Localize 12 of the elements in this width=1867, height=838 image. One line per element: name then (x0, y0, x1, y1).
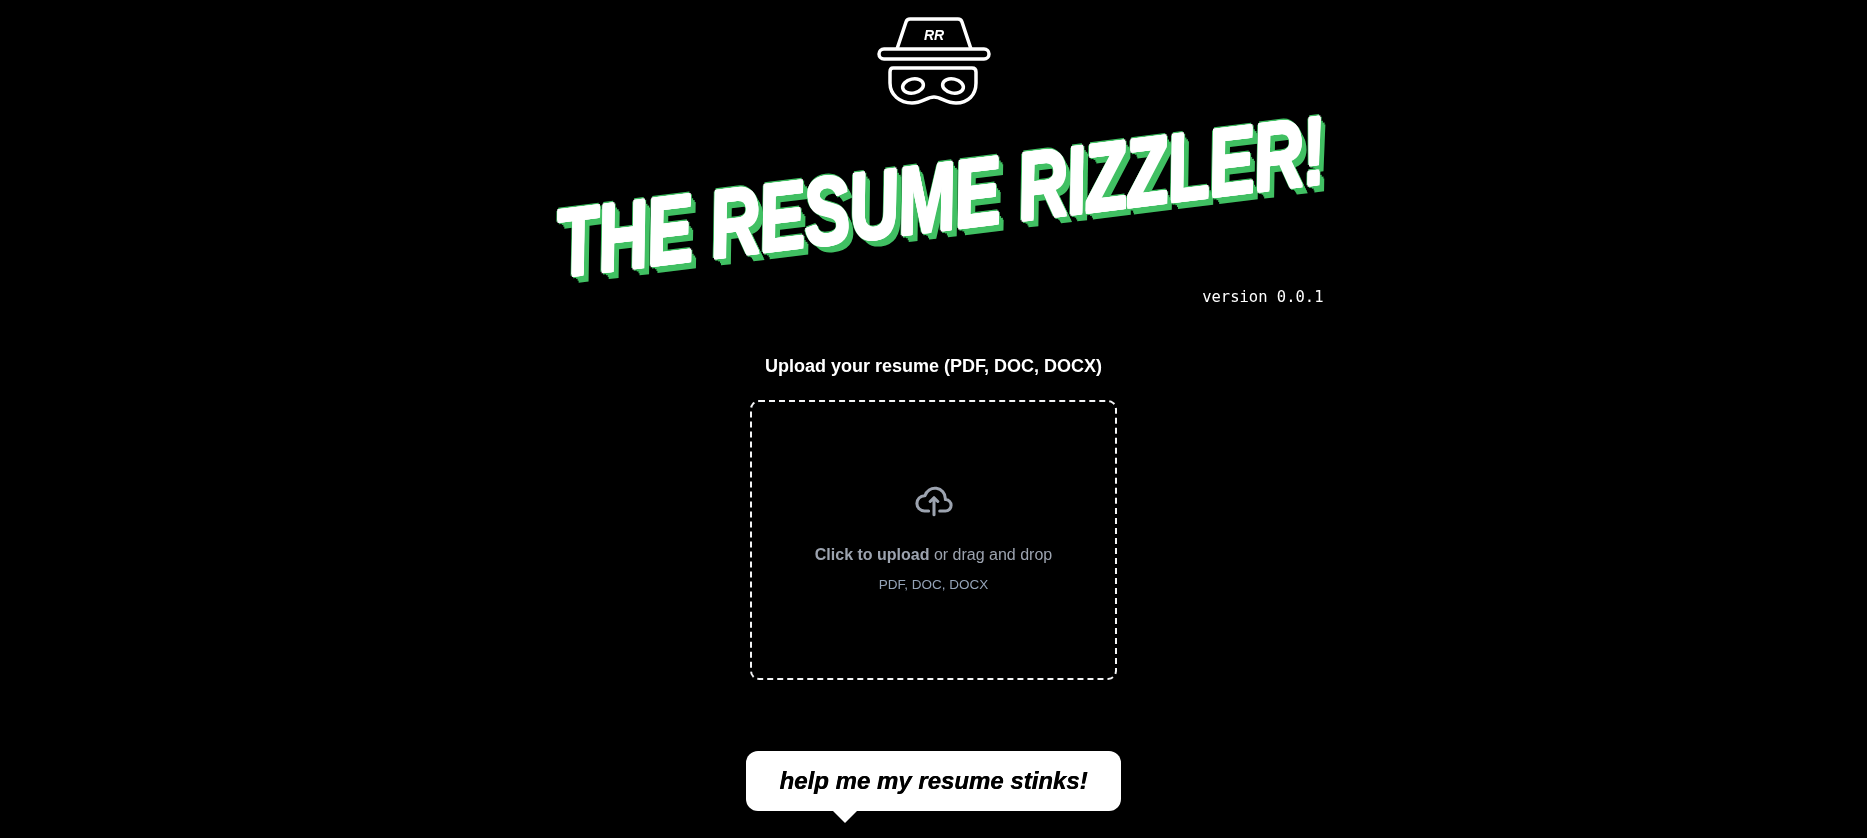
upload-label: Upload your resume (PDF, DOC, DOCX) (764, 355, 1102, 378)
app-title: THE RESUME RIZZLER! (551, 107, 1330, 287)
logo-monogram: RR (923, 27, 944, 43)
help-resume-button[interactable]: help me my resume stinks! (746, 751, 1121, 811)
speech-bubble-tail-icon (833, 811, 857, 823)
upload-prompt: Click to upload or drag and drop (814, 544, 1053, 565)
mask-icon (887, 66, 978, 105)
file-dropzone[interactable]: Click to upload or drag and drop PDF, DOC, DOCX (750, 400, 1117, 680)
version-label: version 0.0.1 (1202, 287, 1324, 307)
cloud-upload-icon (914, 485, 953, 517)
file-formats-hint: PDF, DOC, DOCX (878, 575, 989, 594)
hat-icon (876, 17, 991, 61)
